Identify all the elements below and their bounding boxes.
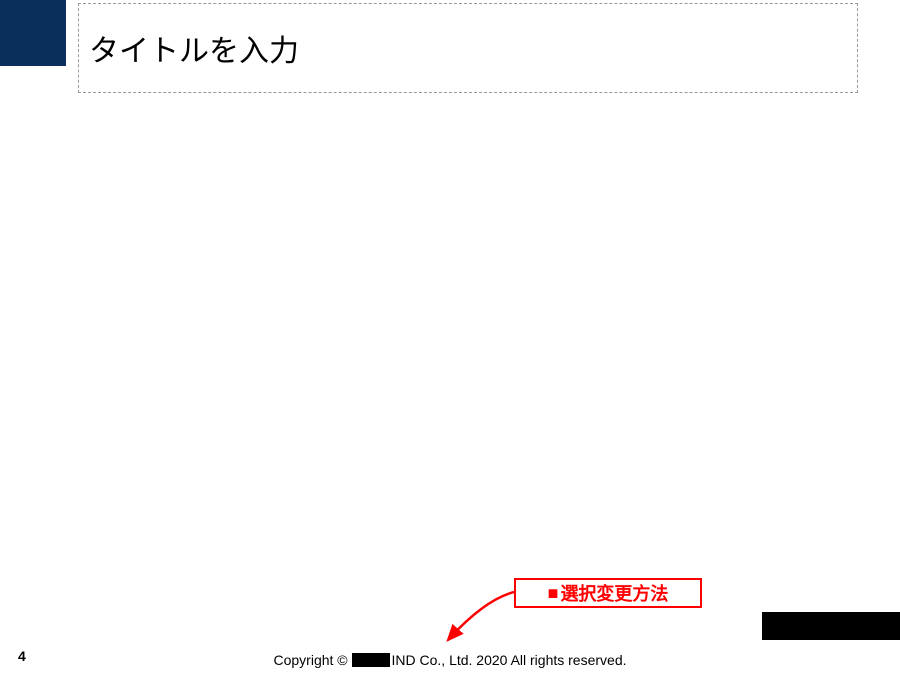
redacted-block — [352, 653, 390, 667]
callout-label: 選択変更方法 — [560, 580, 668, 606]
callout-arrow-icon — [434, 580, 524, 650]
callout-box: ■選択変更方法 — [514, 578, 702, 608]
copyright-prefix: Copyright © — [273, 652, 351, 668]
callout-marker: ■ — [548, 583, 559, 604]
title-placeholder-box[interactable]: タイトルを入力 — [78, 3, 858, 93]
header-accent-block — [0, 0, 66, 66]
copyright-text: Copyright © IND Co., Ltd. 2020 All right… — [0, 652, 900, 668]
footer-right-block — [762, 612, 900, 640]
title-placeholder-text: タイトルを入力 — [89, 26, 299, 70]
copyright-suffix: IND Co., Ltd. 2020 All rights reserved. — [392, 652, 627, 668]
